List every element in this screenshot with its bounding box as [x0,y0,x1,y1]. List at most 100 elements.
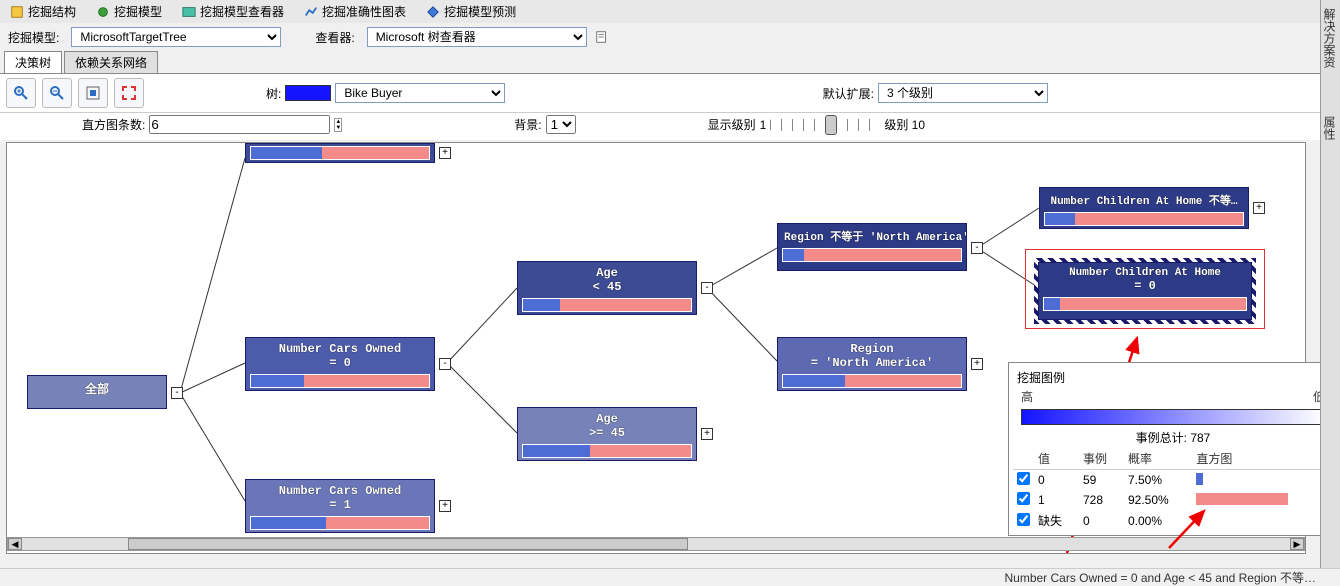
scroll-thumb[interactable] [128,538,688,550]
hist-bars-input[interactable] [149,115,330,134]
legend-value: 1 [1034,490,1079,510]
horizontal-scrollbar[interactable]: ◀ ▶ [7,537,1305,551]
node-label: Number Cars Owned [246,338,434,356]
legend-total: 事例总计: 787 [1013,429,1333,446]
legend-value: 缺失 [1034,510,1079,531]
tree-toolbar: 树: Bike Buyer 默认扩展: 3 个级别 [0,74,1340,113]
tab-label: 挖掘结构 [28,3,76,20]
status-bar: Number Cars Owned = 0 and Age < 45 and R… [0,568,1340,586]
background-label: 背景: [514,116,541,133]
tree-node-nco-1[interactable]: Number Cars Owned = 1 [245,479,435,533]
tree-node-root[interactable]: 全部 [27,375,167,409]
zoom-in-button[interactable] [6,78,36,108]
legend-checkbox[interactable] [1017,492,1030,505]
node-label: Age [518,408,696,426]
legend-prob: 92.50% [1124,490,1192,510]
fit-button[interactable] [114,78,144,108]
node-label: 全部 [28,376,166,397]
status-text: Number Cars Owned = 0 and Age < 45 and R… [1004,569,1316,586]
ribbon-tabs: 挖掘结构 挖掘模型 挖掘模型查看器 挖掘准确性图表 挖掘模型预测 [0,0,1340,23]
level-max: 级别 10 [884,116,925,133]
tab-decision-tree[interactable]: 决策树 [4,51,62,73]
expander[interactable]: - [171,387,183,399]
legend-checkbox[interactable] [1017,472,1030,485]
legend-cases: 59 [1079,470,1124,491]
viewer-tabs: 决策树 依赖关系网络 [0,51,1340,74]
background-combo[interactable]: 1 [546,115,576,134]
node-label: >= 45 [518,426,696,440]
tab-accuracy-chart[interactable]: 挖掘准确性图表 [298,1,412,22]
level-min: 1 [760,118,767,132]
expander[interactable]: + [971,358,983,370]
default-expand-combo[interactable]: 3 个级别 [878,83,1048,103]
right-dock: 解决方案资 属性 [1320,0,1340,586]
node-label: Age [518,262,696,280]
tree-node-partial[interactable] [245,143,435,163]
tab-label: 挖掘模型 [114,3,162,20]
legend-row[interactable]: 缺失 0 0.00% [1013,510,1333,531]
tab-mining-structure[interactable]: 挖掘结构 [4,1,82,22]
legend-hist [1192,490,1333,510]
model-selector-row: 挖掘模型: MicrosoftTargetTree 查看器: Microsoft… [0,23,1340,51]
tree-attribute-combo[interactable]: Bike Buyer [335,83,505,103]
tree-node-age-ge45[interactable]: Age >= 45 [517,407,697,461]
dock-solution-explorer[interactable]: 解决方案资 [1321,0,1338,68]
tree-node-children-0[interactable]: Number Children At Home = 0 [1038,262,1252,320]
node-label: Number Children At Home 不等… [1040,188,1248,208]
slider-thumb[interactable] [825,115,837,135]
legend-hist [1192,470,1333,491]
legend-cases: 0 [1079,510,1124,531]
mining-model-label: 挖掘模型: [8,29,59,46]
mining-legend-panel: 挖掘图例 高 低 事例总计: 787 值 事例 概率 直方图 0 59 7.50… [1008,362,1338,536]
node-label: = 0 [1039,279,1251,293]
expander[interactable]: - [701,282,713,294]
viewer-label: 查看器: [315,29,354,46]
legend-row[interactable]: 1 728 92.50% [1013,490,1333,510]
expander[interactable]: - [439,358,451,370]
node-label: Number Cars Owned [246,480,434,498]
tab-mining-model[interactable]: 挖掘模型 [90,1,168,22]
tree-node-selected-highlight: Number Children At Home = 0 [1025,249,1265,329]
spinner-icon[interactable]: ▲▼ [334,118,342,132]
expander[interactable]: - [971,242,983,254]
legend-checkbox[interactable] [1017,513,1030,526]
expander[interactable]: + [439,147,451,159]
tab-model-viewer[interactable]: 挖掘模型查看器 [176,1,290,22]
zoom-out-button[interactable] [42,78,72,108]
tree-label: 树: [266,85,281,102]
legend-table: 值 事例 概率 直方图 0 59 7.50% 1 728 92.50% 缺失 0… [1013,448,1333,531]
hist-bars-label: 直方图条数: [82,116,145,133]
expander[interactable]: + [439,500,451,512]
node-label: Number Children At Home [1039,263,1251,279]
legend-high: 高 [1021,388,1033,405]
viewer-combo[interactable]: Microsoft 树查看器 [367,27,587,47]
tree-node-region-ne-na[interactable]: Region 不等于 'North America' [777,223,967,271]
tree-toolbar-2: 直方图条数: ▲▼ 背景: 1 显示级别 1 级别 10 [0,113,1340,140]
node-label: Region [778,338,966,356]
node-label: < 45 [518,280,696,294]
tree-node-region-eq-na[interactable]: Region = 'North America' [777,337,967,391]
expander[interactable]: + [1253,202,1265,214]
sheet-icon[interactable] [595,30,609,44]
expander[interactable]: + [701,428,713,440]
scroll-left-arrow[interactable]: ◀ [8,538,22,550]
scroll-right-arrow[interactable]: ▶ [1290,538,1304,550]
tree-node-children-ne[interactable]: Number Children At Home 不等… [1039,187,1249,229]
col-value: 值 [1034,448,1079,470]
show-level-label: 显示级别 [708,116,756,133]
node-label: = 'North America' [778,356,966,370]
tab-model-prediction[interactable]: 挖掘模型预测 [420,1,522,22]
tab-dependency-network[interactable]: 依赖关系网络 [64,51,158,73]
level-slider[interactable] [770,119,880,131]
node-label: = 0 [246,356,434,370]
legend-row[interactable]: 0 59 7.50% [1013,470,1333,491]
tree-node-age-lt45[interactable]: Age < 45 [517,261,697,315]
dock-properties[interactable]: 属性 [1321,108,1338,140]
node-label: = 1 [246,498,434,512]
mining-model-combo[interactable]: MicrosoftTargetTree [71,27,281,47]
tree-node-nco-0[interactable]: Number Cars Owned = 0 [245,337,435,391]
nav-button[interactable] [78,78,108,108]
tab-label: 挖掘模型预测 [444,3,516,20]
legend-prob: 7.50% [1124,470,1192,491]
legend-title: 挖掘图例 [1013,367,1333,388]
